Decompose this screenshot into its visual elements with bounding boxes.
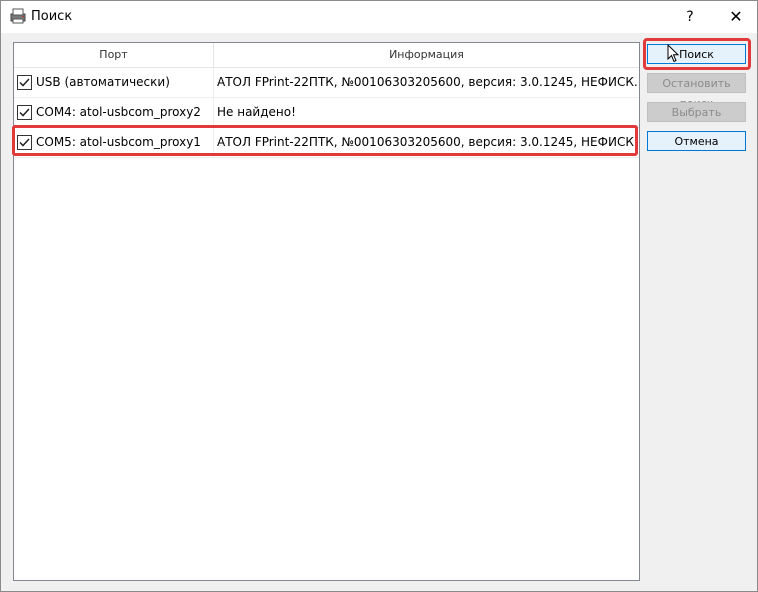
port-cell: COM4: atol-usbcom_proxy2 <box>14 98 214 127</box>
row-checkbox[interactable] <box>17 105 32 120</box>
title-bar: Поиск ? ✕ <box>1 1 757 33</box>
info-cell: Не найдено! <box>217 105 296 119</box>
help-button[interactable]: ? <box>677 3 703 31</box>
table-row[interactable]: COM4: atol-usbcom_proxy2 Не найдено! <box>14 98 639 128</box>
stop-search-button[interactable]: Остановить поиск <box>647 73 746 110</box>
close-button[interactable]: ✕ <box>719 3 753 31</box>
mouse-pointer-icon <box>667 44 680 63</box>
checkmark-icon <box>19 78 30 87</box>
column-header-port[interactable]: Порт <box>14 43 214 67</box>
search-dialog: Поиск ? ✕ Порт Информация USB (автоматич… <box>0 0 758 592</box>
port-label: COM4: atol-usbcom_proxy2 <box>36 105 201 119</box>
checkmark-icon <box>19 108 30 117</box>
cancel-button[interactable]: Отмена <box>647 131 746 151</box>
info-cell: АТОЛ FPrint-22ПТК, №00106303205600, верс… <box>217 75 637 89</box>
column-header-info[interactable]: Информация <box>214 43 639 67</box>
port-cell: USB (автоматически) <box>14 68 214 97</box>
window-title: Поиск <box>31 9 73 24</box>
search-button-highlight-annotation <box>643 38 751 70</box>
row-checkbox[interactable] <box>17 75 32 90</box>
port-list[interactable]: Порт Информация USB (автоматически) АТОЛ… <box>13 42 640 581</box>
select-button[interactable]: Выбрать <box>647 102 746 122</box>
printer-icon <box>10 8 26 24</box>
row-highlight-annotation <box>12 125 638 156</box>
list-header: Порт Информация <box>14 43 639 68</box>
table-row[interactable]: USB (автоматически) АТОЛ FPrint-22ПТК, №… <box>14 68 639 98</box>
port-label: USB (автоматически) <box>36 75 170 89</box>
